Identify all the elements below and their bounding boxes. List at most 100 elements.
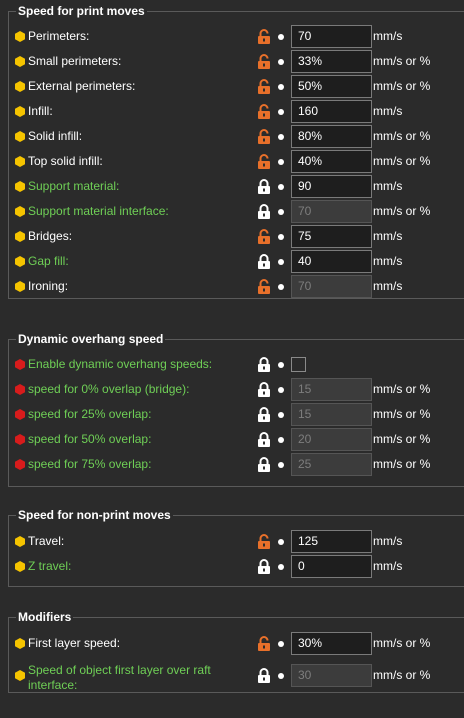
setting-row-speed-for-50-overlap: speed for 50% overlap: 20 mm/s or % <box>9 427 464 452</box>
unit-label: mm/s <box>373 279 403 293</box>
lock-icon[interactable] <box>257 432 271 448</box>
reset-dot-icon[interactable] <box>278 159 284 165</box>
value-input[interactable]: 90 <box>291 175 372 198</box>
unlock-icon[interactable] <box>257 29 271 45</box>
setting-label: Enable dynamic overhang speeds: <box>28 357 213 371</box>
lock-icon[interactable] <box>257 668 271 684</box>
mode-hexagon-icon <box>15 106 25 117</box>
reset-dot-icon[interactable] <box>278 673 284 679</box>
value-input[interactable]: 33% <box>291 50 372 73</box>
value-input[interactable]: 75 <box>291 225 372 248</box>
lock-icon[interactable] <box>257 357 271 373</box>
value-input: 30 <box>291 664 372 687</box>
lock-icon[interactable] <box>257 457 271 473</box>
setting-label: speed for 75% overlap: <box>28 457 152 471</box>
setting-label: Bridges: <box>28 229 73 243</box>
setting-label: Infill: <box>28 104 53 118</box>
value-input: 70 <box>291 275 372 298</box>
group-title: Speed for non-print moves <box>16 507 173 523</box>
unlock-icon[interactable] <box>257 104 271 120</box>
reset-dot-icon[interactable] <box>278 437 284 443</box>
reset-dot-icon[interactable] <box>278 641 284 647</box>
reset-dot-icon[interactable] <box>278 134 284 140</box>
reset-dot-icon[interactable] <box>278 109 284 115</box>
mode-hexagon-icon <box>15 206 25 217</box>
unit-label: mm/s <box>373 534 403 548</box>
setting-row-bridges: Bridges: 75 mm/s <box>9 224 464 249</box>
reset-dot-icon[interactable] <box>278 59 284 65</box>
value-input[interactable]: 125 <box>291 530 372 553</box>
unlock-icon[interactable] <box>257 79 271 95</box>
mode-hexagon-icon <box>15 409 25 420</box>
mode-hexagon-icon <box>15 670 25 681</box>
value-input[interactable]: 50% <box>291 75 372 98</box>
lock-icon[interactable] <box>257 559 271 575</box>
mode-hexagon-icon <box>15 459 25 470</box>
reset-dot-icon[interactable] <box>278 412 284 418</box>
reset-dot-icon[interactable] <box>278 209 284 215</box>
lock-icon[interactable] <box>257 204 271 220</box>
reset-dot-icon[interactable] <box>278 564 284 570</box>
reset-dot-icon[interactable] <box>278 259 284 265</box>
group-title: Speed for print moves <box>16 3 147 19</box>
unlock-icon[interactable] <box>257 129 271 145</box>
unlock-icon[interactable] <box>257 636 271 652</box>
mode-hexagon-icon <box>15 638 25 649</box>
value-input[interactable]: 70 <box>291 25 372 48</box>
value-input[interactable]: 40% <box>291 150 372 173</box>
value-input[interactable]: 30% <box>291 632 372 655</box>
setting-row-support-material: Support material: 90 mm/s <box>9 174 464 199</box>
mode-hexagon-icon <box>15 231 25 242</box>
setting-row-top-solid-infill: Top solid infill: 40% mm/s or % <box>9 149 464 174</box>
reset-dot-icon[interactable] <box>278 234 284 240</box>
setting-label: speed for 0% overlap (bridge): <box>28 382 190 396</box>
setting-row-speed-for-0-overlap-bridge: speed for 0% overlap (bridge): 15 mm/s or … <box>9 377 464 402</box>
reset-dot-icon[interactable] <box>278 362 284 368</box>
setting-row-perimeters: Perimeters: 70 mm/s <box>9 24 464 49</box>
value-input[interactable]: 160 <box>291 100 372 123</box>
mode-hexagon-icon <box>15 31 25 42</box>
value-input[interactable]: 40 <box>291 250 372 273</box>
unlock-icon[interactable] <box>257 229 271 245</box>
reset-dot-icon[interactable] <box>278 34 284 40</box>
setting-label: Gap fill: <box>28 254 69 268</box>
lock-icon[interactable] <box>257 179 271 195</box>
mode-hexagon-icon <box>15 561 25 572</box>
setting-row-infill: Infill: 160 mm/s <box>9 99 464 124</box>
mode-hexagon-icon <box>15 56 25 67</box>
value-input: 25 <box>291 453 372 476</box>
reset-dot-icon[interactable] <box>278 462 284 468</box>
setting-label: External perimeters: <box>28 79 136 93</box>
group-title: Modifiers <box>16 609 74 625</box>
group-speed-for-print-moves: Speed for print moves Perimeters: 70 mm/s Sm… <box>8 3 464 299</box>
setting-row-gap-fill: Gap fill: 40 mm/s <box>9 249 464 274</box>
setting-row-small-perimeters: Small perimeters: 33% mm/s or % <box>9 49 464 74</box>
enable-checkbox[interactable] <box>291 357 306 372</box>
reset-dot-icon[interactable] <box>278 284 284 290</box>
lock-icon[interactable] <box>257 382 271 398</box>
setting-label: Speed of object first layer over raft in… <box>28 663 211 692</box>
value-input: 20 <box>291 428 372 451</box>
unit-label: mm/s or % <box>373 129 431 143</box>
mode-hexagon-icon <box>15 156 25 167</box>
value-input[interactable]: 80% <box>291 125 372 148</box>
setting-label: Perimeters: <box>28 29 90 43</box>
mode-hexagon-icon <box>15 131 25 142</box>
value-input[interactable]: 0 <box>291 555 372 578</box>
reset-dot-icon[interactable] <box>278 539 284 545</box>
reset-dot-icon[interactable] <box>278 84 284 90</box>
unlock-icon[interactable] <box>257 54 271 70</box>
setting-label: Support material: <box>28 179 120 193</box>
unlock-icon[interactable] <box>257 154 271 170</box>
unit-label: mm/s or % <box>373 668 431 682</box>
lock-icon[interactable] <box>257 407 271 423</box>
setting-row-travel: Travel: 125 mm/s <box>9 529 464 554</box>
group-speed-for-non-print-moves: Speed for non-print moves Travel: 125 mm/s Z… <box>8 507 464 587</box>
value-input: 70 <box>291 200 372 223</box>
unlock-icon[interactable] <box>257 279 271 295</box>
lock-icon[interactable] <box>257 254 271 270</box>
unlock-icon[interactable] <box>257 534 271 550</box>
reset-dot-icon[interactable] <box>278 184 284 190</box>
reset-dot-icon[interactable] <box>278 387 284 393</box>
setting-row-solid-infill: Solid infill: 80% mm/s or % <box>9 124 464 149</box>
